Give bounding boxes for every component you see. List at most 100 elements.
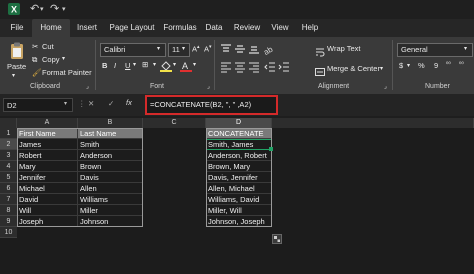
font-color-icon[interactable]: A xyxy=(180,59,192,77)
copy-button[interactable]: Copy xyxy=(42,55,60,64)
cell-a5[interactable]: Jennifer xyxy=(17,172,78,183)
decrease-indent-icon[interactable] xyxy=(264,60,276,78)
cell-d8[interactable]: Miller, Will xyxy=(206,205,272,216)
cell-a6[interactable]: Michael xyxy=(17,183,78,194)
row-header[interactable]: 9 xyxy=(0,216,17,227)
merge-center-button[interactable]: Merge & Center xyxy=(327,64,380,73)
confirm-edit-button[interactable]: ✓ xyxy=(108,99,114,108)
cut-button[interactable]: Cut xyxy=(42,42,54,51)
cell-b6[interactable]: Allen xyxy=(78,183,143,194)
row-header[interactable]: 4 xyxy=(0,161,17,172)
cell-b8[interactable]: Miller xyxy=(78,205,143,216)
clipboard-launcher-icon[interactable]: ⌟ xyxy=(86,83,89,90)
increase-indent-icon[interactable] xyxy=(278,60,290,78)
cut-icon[interactable]: ✂ xyxy=(32,42,38,51)
tab-view[interactable]: View xyxy=(268,19,292,37)
column-header-b[interactable]: B xyxy=(78,118,143,128)
cell-d9[interactable]: Johnson, Joseph xyxy=(206,216,272,227)
cell-b3[interactable]: Anderson xyxy=(78,150,143,161)
fill-color-icon[interactable] xyxy=(160,59,172,77)
cell-d2[interactable]: Smith, James xyxy=(206,139,272,150)
align-bottom-icon[interactable] xyxy=(248,42,260,60)
column-header-a[interactable]: A xyxy=(17,118,78,128)
tab-formulas[interactable]: Formulas xyxy=(160,19,200,37)
name-box-dropdown-icon[interactable]: ▾ xyxy=(64,100,67,107)
cell-b4[interactable]: Brown xyxy=(78,161,143,172)
increase-decimal-icon[interactable]: ⁰⁰ xyxy=(446,61,451,68)
cell-a9[interactable]: Joseph xyxy=(17,216,78,227)
row-header[interactable]: 2 xyxy=(0,139,17,150)
wrap-text-button[interactable]: Wrap Text xyxy=(327,44,361,53)
align-top-icon[interactable] xyxy=(220,42,232,60)
align-right-icon[interactable] xyxy=(248,60,260,78)
number-format-select[interactable]: General ▾ xyxy=(397,43,473,57)
column-header-c[interactable]: C xyxy=(143,118,206,128)
row-header[interactable]: 5 xyxy=(0,172,17,183)
undo-dropdown-icon[interactable]: ▾ xyxy=(40,0,44,19)
font-size-select[interactable]: 11 ▾ xyxy=(168,43,190,57)
customize-toolbar-icon[interactable]: ▾ xyxy=(62,0,66,19)
cell-d1[interactable]: CONCATENATE xyxy=(206,128,272,139)
comma-style-button[interactable]: 9 xyxy=(434,61,438,70)
cell-a3[interactable]: Robert xyxy=(17,150,78,161)
cell-b1[interactable]: Last Name xyxy=(78,128,143,139)
borders-dropdown-icon[interactable]: ▾ xyxy=(153,61,156,68)
row-header[interactable]: 10 xyxy=(0,227,17,238)
cell-a4[interactable]: Mary xyxy=(17,161,78,172)
tab-data[interactable]: Data xyxy=(202,19,226,37)
copy-icon[interactable]: ⧉ xyxy=(32,55,37,65)
align-left-icon[interactable] xyxy=(220,60,232,78)
cell-b2[interactable]: Smith xyxy=(78,139,143,150)
format-painter-icon[interactable]: 🖌 xyxy=(32,68,42,77)
cell-a7[interactable]: David xyxy=(17,194,78,205)
tab-file[interactable]: File xyxy=(4,19,30,37)
undo-icon[interactable]: ↶ xyxy=(30,0,39,19)
quick-analysis-icon[interactable] xyxy=(272,234,282,244)
row-header[interactable]: 3 xyxy=(0,150,17,161)
cell-d6[interactable]: Allen, Michael xyxy=(206,183,272,194)
merge-dropdown-icon[interactable]: ▾ xyxy=(380,65,383,72)
borders-icon[interactable]: ⊞ xyxy=(142,60,148,69)
cell-d3[interactable]: Anderson, Robert xyxy=(206,150,272,161)
tab-page-layout[interactable]: Page Layout xyxy=(106,19,158,37)
row-header[interactable]: 7 xyxy=(0,194,17,205)
fill-color-dropdown-icon[interactable]: ▾ xyxy=(173,61,176,68)
fill-handle[interactable] xyxy=(269,147,273,151)
formula-input[interactable]: =CONCATENATE(B2, ", " ,A2) xyxy=(145,95,278,115)
cell-d4[interactable]: Brown, Mary xyxy=(206,161,272,172)
cell-b5[interactable]: Davis xyxy=(78,172,143,183)
tab-review[interactable]: Review xyxy=(230,19,264,37)
cell-d5[interactable]: Davis, Jennifer xyxy=(206,172,272,183)
name-box[interactable]: D2 xyxy=(3,98,73,112)
underline-dropdown-icon[interactable]: ▾ xyxy=(133,61,136,68)
select-all-corner[interactable] xyxy=(0,118,17,128)
cell-d7[interactable]: Williams, David xyxy=(206,194,272,205)
cell-b7[interactable]: Williams xyxy=(78,194,143,205)
tab-help[interactable]: Help xyxy=(298,19,322,37)
alignment-launcher-icon[interactable]: ⌟ xyxy=(384,83,387,90)
font-name-select[interactable]: Calibri ▾ xyxy=(100,43,166,57)
tab-insert[interactable]: Insert xyxy=(72,19,102,37)
font-launcher-icon[interactable]: ⌟ xyxy=(207,83,210,90)
currency-format-button[interactable]: $ xyxy=(399,61,403,70)
cell-a8[interactable]: Will xyxy=(17,205,78,216)
cell-a1[interactable]: First Name xyxy=(17,128,78,139)
decrease-font-icon[interactable]: A▾ xyxy=(204,44,212,54)
align-center-icon[interactable] xyxy=(234,60,246,78)
decrease-decimal-icon[interactable]: ⁰⁰ xyxy=(459,61,464,68)
currency-dropdown-icon[interactable]: ▾ xyxy=(407,62,410,69)
increase-font-icon[interactable]: A▴ xyxy=(192,44,200,54)
bold-button[interactable]: B xyxy=(102,61,107,70)
format-painter-button[interactable]: Format Painter xyxy=(42,68,92,77)
cancel-edit-button[interactable]: ✕ xyxy=(88,99,94,108)
paste-dropdown-icon[interactable]: ▾ xyxy=(12,72,15,79)
underline-button[interactable]: U xyxy=(125,61,130,70)
align-middle-icon[interactable] xyxy=(234,42,246,60)
row-header[interactable]: 6 xyxy=(0,183,17,194)
tab-home[interactable]: Home xyxy=(32,19,70,37)
font-color-dropdown-icon[interactable]: ▾ xyxy=(193,61,196,68)
insert-function-button[interactable]: fx xyxy=(126,98,132,107)
orientation-icon[interactable]: ab xyxy=(262,42,278,60)
copy-dropdown-icon[interactable]: ▾ xyxy=(62,55,65,62)
row-header[interactable]: 1 xyxy=(0,128,17,139)
